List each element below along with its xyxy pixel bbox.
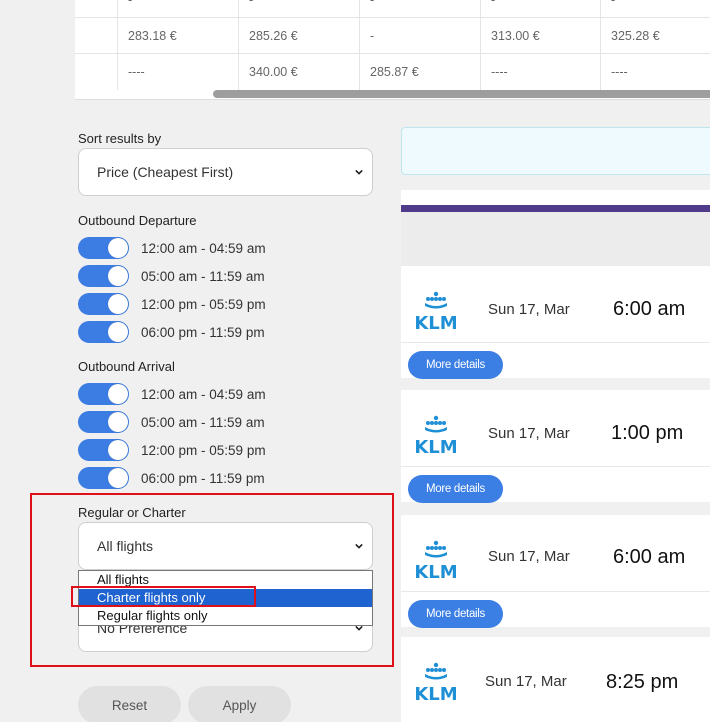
table-cell[interactable]: - xyxy=(238,0,359,17)
table-cell[interactable]: 340.00 € xyxy=(238,54,359,90)
arrival-toggle-row: 12:00 am - 04:59 am xyxy=(78,383,266,405)
table-cell[interactable]: 325.28 € xyxy=(600,18,710,53)
toggle-label: 12:00 pm - 05:59 pm xyxy=(141,442,266,458)
flight-card[interactable]: KLM Sun 17, Mar 6:00 am More details xyxy=(401,266,710,379)
table-cell[interactable]: 313.00 € xyxy=(480,18,600,53)
departure-toggle-row: 06:00 pm - 11:59 pm xyxy=(78,321,265,343)
toggle-label: 05:00 am - 11:59 am xyxy=(141,414,265,430)
flight-date: Sun 17, Mar xyxy=(488,548,570,565)
toggle-label: 12:00 am - 04:59 am xyxy=(141,240,266,256)
sort-label: Sort results by xyxy=(78,131,162,146)
toggle-switch[interactable] xyxy=(78,321,129,343)
svg-text:KLM: KLM xyxy=(414,437,457,456)
table-cell[interactable]: - xyxy=(600,0,710,17)
table-cell[interactable]: - xyxy=(480,0,600,17)
table-cell[interactable]: ---- xyxy=(480,54,600,90)
toggle-label: 12:00 pm - 05:59 pm xyxy=(141,296,266,312)
flight-date: Sun 17, Mar xyxy=(488,301,570,318)
reset-button[interactable]: Reset xyxy=(78,686,181,722)
arrival-toggle-row: 12:00 pm - 05:59 pm xyxy=(78,439,266,461)
more-details-button[interactable]: More details xyxy=(408,475,503,503)
sort-select[interactable]: Price (Cheapest First) xyxy=(78,148,373,196)
dropdown-option-charter[interactable]: Charter flights only xyxy=(79,589,372,607)
table-row: ---- 340.00 € 285.87 € ---- ---- xyxy=(75,54,710,90)
table-cell[interactable]: 285.87 € xyxy=(359,54,480,90)
sort-select-value: Price (Cheapest First) xyxy=(97,164,234,180)
toggle-switch[interactable] xyxy=(78,467,129,489)
arrival-toggle-row: 05:00 am - 11:59 am xyxy=(78,411,265,433)
toggle-label: 12:00 am - 04:59 am xyxy=(141,386,266,402)
apply-button[interactable]: Apply xyxy=(188,686,291,722)
chevron-down-icon xyxy=(355,169,363,175)
departure-toggle-row: 12:00 pm - 05:59 pm xyxy=(78,293,266,315)
table-cell[interactable]: - xyxy=(359,0,480,17)
toggle-label: 06:00 pm - 11:59 pm xyxy=(141,324,265,340)
flight-time: 6:00 am xyxy=(613,298,686,320)
toggle-switch[interactable] xyxy=(78,439,129,461)
table-cell[interactable]: - xyxy=(359,18,480,53)
toggle-switch[interactable] xyxy=(78,411,129,433)
outbound-departure-label: Outbound Departure xyxy=(78,213,197,228)
regular-charter-dropdown: All flights Charter flights only Regular… xyxy=(78,570,373,626)
toggle-switch[interactable] xyxy=(78,293,129,315)
regular-charter-select[interactable]: All flights xyxy=(78,522,373,570)
svg-text:KLM: KLM xyxy=(414,684,457,703)
flight-card[interactable]: KLM Sun 17, Mar 6:00 am More details xyxy=(401,515,710,628)
table-cell[interactable]: 285.26 € xyxy=(238,18,359,53)
regular-charter-value: All flights xyxy=(97,538,154,554)
flight-date: Sun 17, Mar xyxy=(485,673,567,690)
info-alert xyxy=(401,127,710,175)
flight-time: 6:00 am xyxy=(613,546,686,568)
klm-logo-icon: KLM xyxy=(414,540,458,581)
klm-logo-icon: KLM xyxy=(414,662,458,703)
flight-card[interactable]: KLM Sun 17, Mar 1:00 pm More details xyxy=(401,390,710,503)
arrival-toggle-row: 06:00 pm - 11:59 pm xyxy=(78,467,265,489)
horizontal-scrollbar[interactable] xyxy=(213,90,710,98)
departure-toggle-row: 12:00 am - 04:59 am xyxy=(78,237,266,259)
table-cell[interactable]: ---- xyxy=(117,54,238,90)
toggle-switch[interactable] xyxy=(78,237,129,259)
table-row: - - - - - xyxy=(75,0,710,18)
outbound-arrival-label: Outbound Arrival xyxy=(78,359,175,374)
flight-card[interactable]: KLM Sun 17, Mar 8:25 pm xyxy=(401,637,710,722)
table-cell[interactable]: ---- xyxy=(600,54,710,90)
klm-logo-icon: KLM xyxy=(414,415,458,456)
flight-date: Sun 17, Mar xyxy=(488,425,570,442)
table-cell[interactable]: - xyxy=(117,0,238,17)
flight-time: 8:25 pm xyxy=(606,671,679,693)
table-row: 283.18 € 285.26 € - 313.00 € 325.28 € xyxy=(75,18,710,54)
dropdown-option-all[interactable]: All flights xyxy=(79,571,372,589)
more-details-button[interactable]: More details xyxy=(408,600,503,628)
table-cell[interactable]: 283.18 € xyxy=(117,18,238,53)
toggle-switch[interactable] xyxy=(78,265,129,287)
header-accent-bar xyxy=(401,205,710,212)
chevron-down-icon xyxy=(355,543,363,549)
regular-charter-label: Regular or Charter xyxy=(78,505,186,520)
price-comparison-table: - - - - - 283.18 € 285.26 € - 313.00 € 3… xyxy=(75,0,710,100)
toggle-label: 06:00 pm - 11:59 pm xyxy=(141,470,265,486)
results-header xyxy=(401,190,710,266)
flight-time: 1:00 pm xyxy=(611,422,684,444)
departure-toggle-row: 05:00 am - 11:59 am xyxy=(78,265,265,287)
svg-text:KLM: KLM xyxy=(414,562,457,581)
toggle-label: 05:00 am - 11:59 am xyxy=(141,268,265,284)
dropdown-option-regular[interactable]: Regular flights only xyxy=(79,607,372,625)
klm-logo-icon: KLM xyxy=(414,291,458,332)
svg-text:KLM: KLM xyxy=(414,313,457,332)
toggle-switch[interactable] xyxy=(78,383,129,405)
more-details-button[interactable]: More details xyxy=(408,351,503,379)
